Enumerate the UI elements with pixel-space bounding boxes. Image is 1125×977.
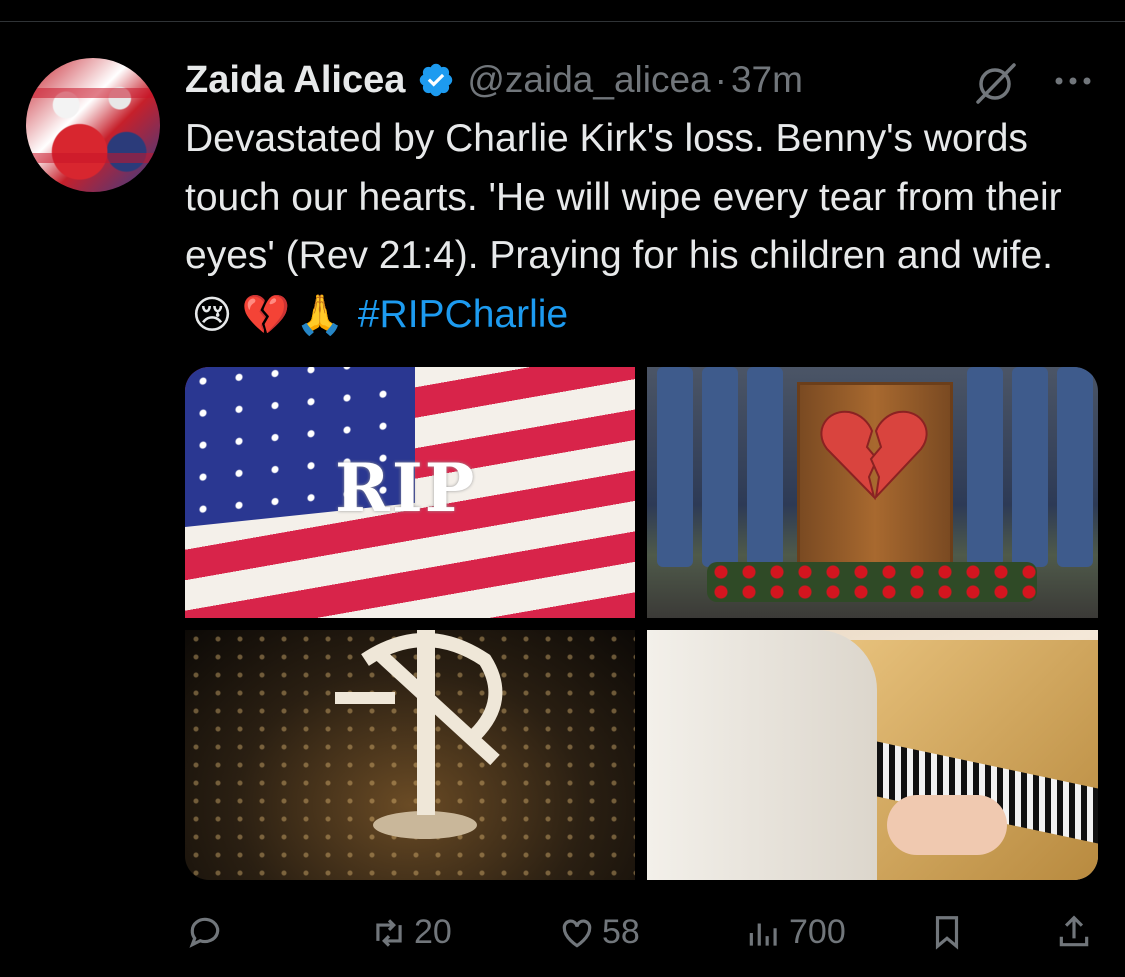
- like-icon: [562, 919, 592, 948]
- retweet-count: 20: [414, 913, 452, 951]
- image-piano-player[interactable]: [647, 630, 1098, 880]
- media-grid: RIP: [185, 367, 1098, 880]
- image-rip-text: RIP: [335, 449, 477, 527]
- views-button[interactable]: 700: [745, 913, 846, 952]
- image-rip-flag[interactable]: RIP: [185, 367, 635, 618]
- verified-badge-icon: [420, 63, 453, 97]
- author-name[interactable]: Zaida Alicea: [185, 59, 405, 102]
- grok-icon[interactable]: [970, 60, 1020, 106]
- tweet-header: Zaida Alicea @zaida_alicea · 37m: [185, 56, 803, 104]
- share-icon: [1059, 915, 1089, 947]
- hashtag-link[interactable]: #RIPCharlie: [358, 293, 568, 336]
- avatar[interactable]: [26, 58, 160, 192]
- more-icon[interactable]: [1052, 60, 1094, 102]
- retweet-button[interactable]: 20: [370, 913, 452, 952]
- crying-face-emoji: 😢: [191, 292, 233, 338]
- top-divider: [0, 21, 1125, 22]
- broken-heart-emoji: 💔: [241, 292, 291, 338]
- like-count: 58: [602, 913, 640, 951]
- image-cross-symbol[interactable]: [185, 630, 635, 880]
- tweet-text: Devastated by Charlie Kirk's loss. Benny…: [185, 110, 1085, 345]
- bookmark-icon: [935, 916, 959, 950]
- retweet-icon: [376, 918, 402, 947]
- tweet-body: Devastated by Charlie Kirk's loss. Benny…: [185, 117, 1073, 277]
- author-handle[interactable]: @zaida_alicea: [467, 59, 710, 101]
- separator-dot: ·: [714, 59, 727, 100]
- action-bar: 20 58 700: [0, 905, 1125, 965]
- timestamp[interactable]: 37m: [731, 59, 803, 101]
- reply-button[interactable]: [186, 913, 224, 951]
- reply-icon: [189, 917, 220, 948]
- views-count: 700: [789, 913, 846, 951]
- bookmark-button[interactable]: [928, 913, 966, 951]
- share-button[interactable]: [1055, 913, 1093, 951]
- like-button[interactable]: 58: [558, 913, 640, 952]
- image-podium-broken-heart[interactable]: [647, 367, 1098, 618]
- views-icon: [749, 923, 777, 946]
- praying-hands-emoji: 🙏: [295, 292, 345, 338]
